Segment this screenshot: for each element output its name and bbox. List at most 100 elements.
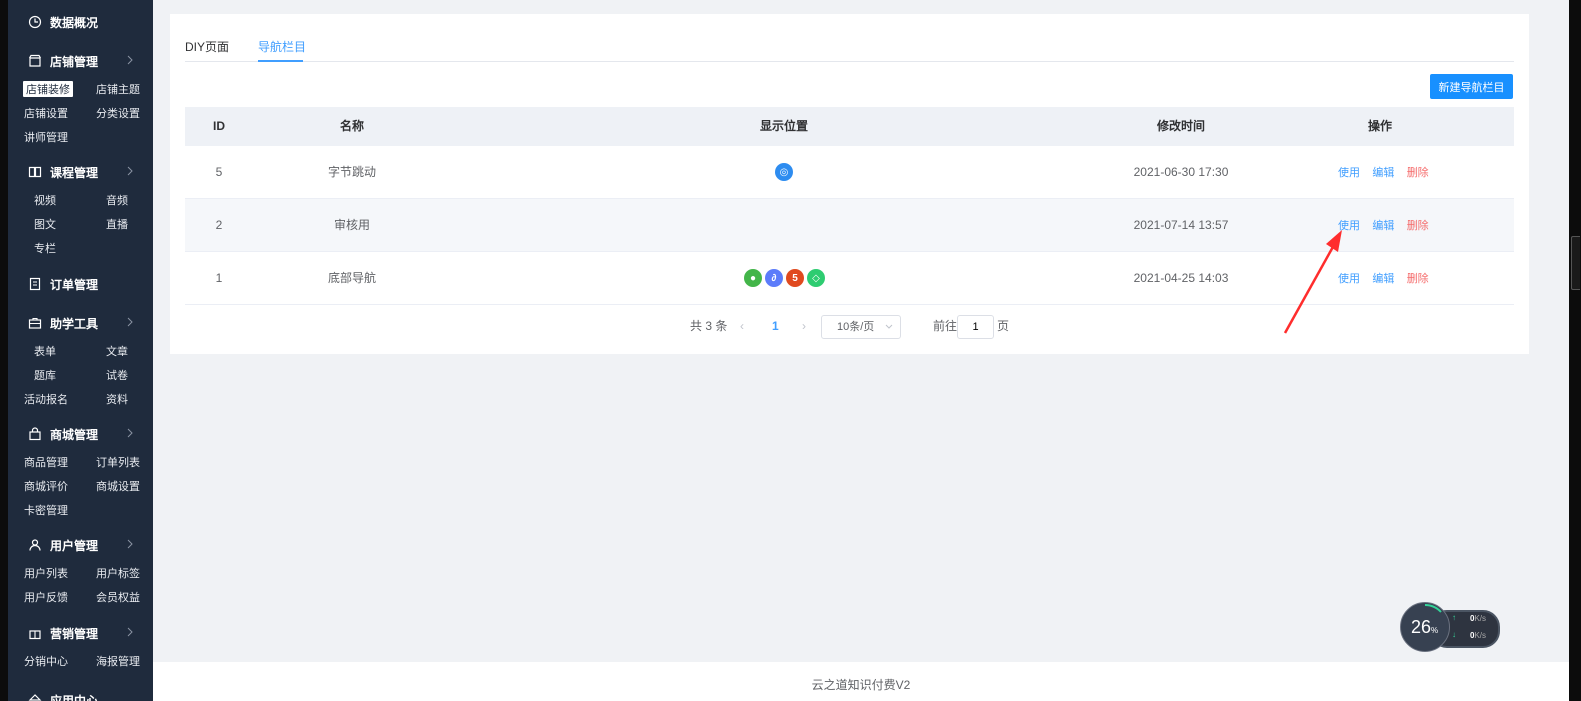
page-size-select[interactable]: 10条/页 <box>821 315 901 339</box>
order-icon <box>29 277 41 291</box>
edit-button[interactable]: 编辑 <box>1372 273 1394 285</box>
sidebar-group-label: 营销管理 <box>50 627 99 641</box>
sidebar-item-column[interactable]: 专栏 <box>34 240 56 256</box>
sidebar-group-tools[interactable]: 助学工具 <box>8 311 153 335</box>
goto-page-input[interactable] <box>957 315 994 339</box>
cell-id: 1 <box>215 271 223 285</box>
cell-modified: 2021-07-14 13:57 <box>1133 218 1229 232</box>
sidebar-item-user-list[interactable]: 用户列表 <box>24 565 68 581</box>
sidebar-group-label: 课程管理 <box>50 166 99 180</box>
sidebar-item-question-bank[interactable]: 题库 <box>34 367 56 383</box>
table-header: ID 名称 显示位置 修改时间 操作 <box>185 107 1514 146</box>
network-speed-widget[interactable]: 26% 0K/s 0K/s ↑ ↓ <box>1400 602 1500 652</box>
sidebar-item-materials[interactable]: 资料 <box>106 391 128 407</box>
upload-arrow-icon: ↑ <box>1452 613 1456 622</box>
sidebar-item-poster[interactable]: 海报管理 <box>96 653 140 669</box>
row-actions: 使用 编辑 删除 <box>1338 146 1429 198</box>
page-number-current[interactable]: 1 <box>772 314 779 338</box>
column-header-id: ID <box>213 119 225 133</box>
sidebar-group-app-center[interactable]: 应用中心 <box>8 688 153 701</box>
tab-diy-page[interactable]: DIY页面 <box>185 38 229 55</box>
sidebar-item-product-management[interactable]: 商品管理 <box>24 454 68 470</box>
navigation-table: ID 名称 显示位置 修改时间 操作 5 字节跳动 ◎ 2021-06-30 1… <box>185 107 1514 305</box>
sidebar-item-store-settings[interactable]: 店铺设置 <box>24 105 68 121</box>
chevron-right-icon <box>127 627 133 637</box>
sidebar-item-card-keys[interactable]: 卡密管理 <box>24 502 68 518</box>
sidebar-item-user-tags[interactable]: 用户标签 <box>96 565 140 581</box>
sidebar-group-label: 用户管理 <box>50 539 99 553</box>
sidebar-item-order-list[interactable]: 订单列表 <box>96 454 140 470</box>
link-icon: ∂ <box>765 269 783 287</box>
sidebar-item-mall-settings[interactable]: 商城设置 <box>96 478 140 494</box>
sidebar-item-article[interactable]: 图文 <box>34 216 56 232</box>
bag-icon <box>29 427 41 441</box>
delete-button[interactable]: 删除 <box>1407 220 1429 232</box>
table-row: 2 审核用 2021-07-14 13:57 使用 编辑 删除 <box>185 199 1514 252</box>
cell-id: 5 <box>215 165 223 179</box>
clock-icon <box>28 15 42 29</box>
upload-speed: 0K/s <box>1470 614 1487 623</box>
sidebar-item-audio[interactable]: 音频 <box>106 192 128 208</box>
next-page-icon[interactable]: › <box>802 314 806 338</box>
column-header-actions: 操作 <box>1367 119 1393 133</box>
sidebar-item-video[interactable]: 视频 <box>34 192 56 208</box>
edit-button[interactable]: 编辑 <box>1372 220 1394 232</box>
sidebar-group-store[interactable]: 店铺管理 <box>8 49 153 73</box>
content-card: DIY页面 导航栏目 新建导航栏目 ID 名称 显示位置 修改时间 操作 5 字… <box>170 14 1529 354</box>
table-row: 5 字节跳动 ◎ 2021-06-30 17:30 使用 编辑 删除 <box>185 146 1514 199</box>
sidebar-group-orders[interactable]: 订单管理 <box>8 272 153 296</box>
side-handle[interactable] <box>1571 236 1580 290</box>
position-icons: ◎ <box>775 163 793 181</box>
use-button[interactable]: 使用 <box>1338 167 1360 179</box>
pagination-total: 共 3 条 <box>690 319 728 333</box>
wechat-icon: ● <box>744 269 762 287</box>
user-icon <box>29 539 41 551</box>
sidebar-group-marketing[interactable]: 营销管理 <box>8 621 153 645</box>
sidebar-item-store-decoration[interactable]: 店铺装修 <box>23 81 73 97</box>
sidebar: 数据概况 店铺管理 店铺装修 店铺主题 店铺设置 分类设置 讲师管理 课程管理 … <box>8 0 153 701</box>
sidebar-item-distribution[interactable]: 分销中心 <box>24 653 68 669</box>
prev-page-icon[interactable]: ‹ <box>740 314 744 338</box>
row-actions: 使用 编辑 删除 <box>1338 252 1429 304</box>
column-header-modified: 修改时间 <box>1156 119 1206 133</box>
sidebar-item-category-settings[interactable]: 分类设置 <box>96 105 140 121</box>
sidebar-group-users[interactable]: 用户管理 <box>8 533 153 557</box>
sidebar-item-member-benefits[interactable]: 会员权益 <box>96 589 140 605</box>
html5-icon: 5 <box>786 269 804 287</box>
sidebar-group-label: 订单管理 <box>50 278 99 292</box>
chevron-right-icon <box>127 317 133 327</box>
tab-navigation[interactable]: 导航栏目 <box>258 38 306 55</box>
use-button[interactable]: 使用 <box>1338 273 1360 285</box>
row-actions: 使用 编辑 删除 <box>1338 199 1429 251</box>
sidebar-item-post[interactable]: 文章 <box>106 343 128 359</box>
chevron-right-icon <box>127 539 133 549</box>
sidebar-item-mall-reviews[interactable]: 商城评价 <box>24 478 68 494</box>
edit-button[interactable]: 编辑 <box>1372 167 1394 179</box>
sidebar-group-mall[interactable]: 商城管理 <box>8 422 153 446</box>
tab-divider <box>185 61 1514 62</box>
sidebar-item-lecturer[interactable]: 讲师管理 <box>24 129 68 145</box>
page-size-value: 10条/页 <box>837 321 875 333</box>
sidebar-group-overview[interactable]: 数据概况 <box>8 10 153 34</box>
chevron-right-icon <box>127 428 133 438</box>
download-arrow-icon: ↓ <box>1452 630 1456 639</box>
new-navigation-button[interactable]: 新建导航栏目 <box>1430 74 1513 99</box>
delete-button[interactable]: 删除 <box>1407 273 1429 285</box>
cell-name: 审核用 <box>333 218 371 232</box>
sidebar-item-user-feedback[interactable]: 用户反馈 <box>24 589 68 605</box>
sidebar-item-live[interactable]: 直播 <box>106 216 128 232</box>
app-icon <box>28 694 42 701</box>
use-button[interactable]: 使用 <box>1338 220 1360 232</box>
sidebar-group-course[interactable]: 课程管理 <box>8 160 153 184</box>
table-row: 1 底部导航 ● ∂ 5 ◇ 2021-04-25 14:03 使用 编辑 删除 <box>185 252 1514 305</box>
sidebar-group-label: 助学工具 <box>50 317 99 331</box>
sidebar-item-store-theme[interactable]: 店铺主题 <box>96 81 140 97</box>
sidebar-item-event-signup[interactable]: 活动报名 <box>24 391 68 407</box>
download-speed: 0K/s <box>1470 631 1487 640</box>
sidebar-item-exam[interactable]: 试卷 <box>106 367 128 383</box>
cell-name: 字节跳动 <box>327 165 377 179</box>
sidebar-item-form[interactable]: 表单 <box>34 343 56 359</box>
sidebar-group-label: 商城管理 <box>50 428 99 442</box>
cell-modified: 2021-06-30 17:30 <box>1133 165 1229 179</box>
delete-button[interactable]: 删除 <box>1407 167 1429 179</box>
